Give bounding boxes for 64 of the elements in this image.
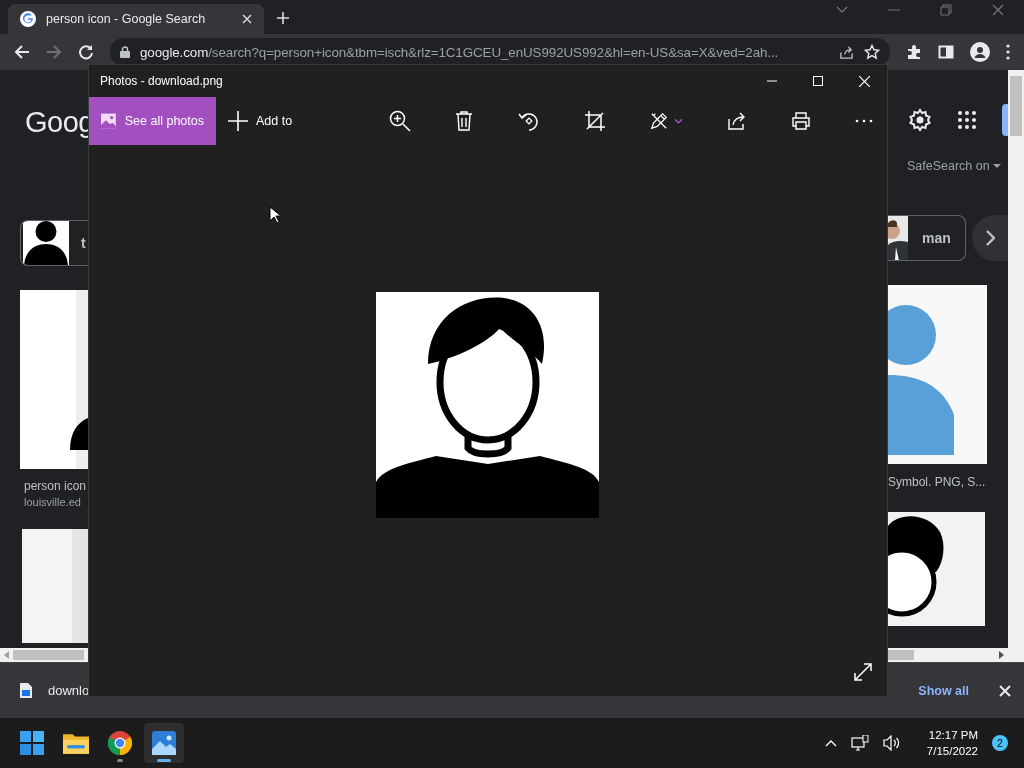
scrollbar-thumb[interactable] (13, 650, 84, 660)
windows-icon (20, 731, 44, 755)
pencil-ruler-icon[interactable] (650, 112, 669, 130)
see-all-photos-button[interactable]: See all photos (89, 97, 216, 145)
maximize-icon[interactable] (813, 76, 823, 86)
scrollbar-thumb[interactable] (888, 650, 914, 660)
google-icon (20, 11, 36, 27)
reload-icon[interactable] (78, 44, 94, 60)
download-item[interactable]: downlo (20, 683, 90, 698)
time-text: 12:17 PM (928, 728, 978, 743)
scroll-right-icon[interactable] (999, 651, 1004, 659)
volume-icon[interactable] (882, 735, 901, 751)
restore-icon[interactable] (940, 4, 952, 16)
window-title: Photos - download.png (100, 74, 223, 88)
clock[interactable]: 12:17 PM 7/15/2022 (926, 727, 978, 759)
sign-in-button[interactable] (1002, 104, 1008, 136)
caret-icon[interactable] (836, 6, 848, 14)
print-icon[interactable] (791, 112, 810, 130)
rotate-icon[interactable] (517, 110, 540, 132)
folder-icon (63, 732, 89, 754)
browser-tab[interactable]: person icon - Google Search (8, 4, 264, 34)
scrollbar[interactable] (0, 648, 88, 662)
photos-icon (152, 731, 176, 755)
caret-icon (992, 164, 1001, 168)
menu-icon[interactable] (1006, 44, 1010, 60)
address-field[interactable]: google.com/search?q=person+icon&tbm=isch&rlz=1C1GCEU_enUS992US992&hl=en-US&sa=X&ved=2ah... (110, 38, 890, 66)
cursor-icon (269, 206, 281, 224)
show-all-link[interactable]: Show all (918, 683, 969, 698)
zoom-in-icon[interactable] (389, 110, 412, 132)
plus-icon (228, 111, 248, 131)
side-panel-icon[interactable] (938, 44, 954, 60)
scrollbar[interactable] (888, 648, 1024, 662)
share-icon[interactable] (839, 44, 854, 60)
forward-icon[interactable] (46, 44, 62, 60)
profile-icon[interactable] (970, 42, 990, 62)
scrollbar[interactable] (1008, 70, 1024, 648)
new-tab-icon[interactable] (276, 11, 290, 25)
result-title[interactable]: person icon (20, 479, 88, 493)
result-title[interactable]: Symbol. PNG, S... (888, 475, 1008, 489)
notification-badge[interactable]: 2 (992, 735, 1008, 751)
taskbar-app[interactable] (144, 723, 184, 763)
caret-icon[interactable] (674, 118, 684, 124)
lock-icon (120, 46, 130, 58)
expand-icon[interactable] (853, 662, 873, 682)
back-icon[interactable] (14, 44, 30, 60)
star-icon[interactable] (864, 44, 880, 60)
date-text: 7/15/2022 (926, 744, 978, 759)
safesearch-menu[interactable]: SafeSearch on (888, 159, 1008, 173)
settings-icon[interactable] (908, 108, 932, 132)
result-source[interactable]: louisville.ed (20, 496, 88, 508)
puzzle-icon[interactable] (906, 44, 922, 60)
add-to-button[interactable]: Add to (216, 97, 305, 145)
search-chip[interactable]: t (20, 220, 88, 266)
image-icon (101, 112, 116, 130)
next-button[interactable] (972, 215, 1008, 261)
apps-grid-icon[interactable] (958, 111, 976, 129)
crop-icon[interactable] (584, 111, 605, 131)
file-icon (20, 683, 32, 698)
delete-icon[interactable] (456, 111, 473, 131)
chrome-icon (108, 731, 132, 755)
chevron-right-icon (985, 230, 995, 246)
more-icon[interactable] (855, 119, 873, 123)
chevron-up-icon[interactable] (824, 739, 837, 747)
network-icon[interactable] (850, 735, 869, 751)
